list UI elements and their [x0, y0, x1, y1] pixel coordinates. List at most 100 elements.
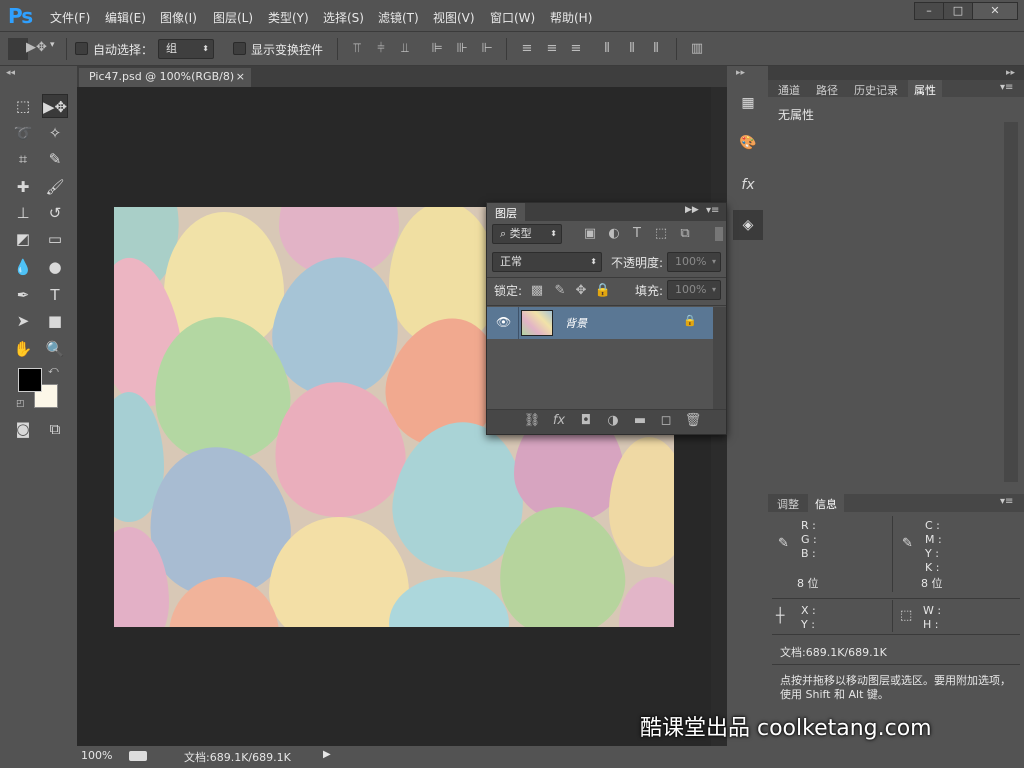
lasso-tool-icon[interactable]: ➰: [10, 121, 36, 145]
collapse-toolbox-icon[interactable]: ◂◂: [6, 68, 15, 78]
layer-name[interactable]: 背景: [565, 315, 587, 331]
styles-panel-icon[interactable]: fx: [733, 170, 763, 200]
new-layer-icon[interactable]: ◻: [657, 412, 675, 430]
collapse-panel-icon[interactable]: ▸▸: [1006, 68, 1015, 78]
menu-file[interactable]: 文件(F): [50, 9, 90, 26]
add-mask-icon[interactable]: ◘: [577, 412, 595, 430]
new-group-icon[interactable]: ▬: [631, 412, 649, 430]
lock-transparent-icon[interactable]: ▩: [528, 282, 546, 300]
menu-view[interactable]: 视图(V): [433, 9, 475, 26]
status-icon[interactable]: [129, 751, 147, 761]
auto-align-icon[interactable]: ▥: [688, 40, 706, 58]
layer-row-background[interactable]: 👁 背景 🔒: [487, 307, 713, 339]
crop-tool-icon[interactable]: ⌗: [10, 147, 36, 171]
opacity-input[interactable]: 100% ▾: [667, 252, 721, 272]
move-tool-icon[interactable]: ▶✥: [42, 94, 68, 118]
link-layers-icon[interactable]: ⛓: [523, 412, 541, 430]
adjustment-layer-icon[interactable]: ◑: [604, 412, 622, 430]
filter-smart-object-icon[interactable]: ⧉: [676, 225, 694, 243]
brush-tool-icon[interactable]: 🖌: [42, 175, 68, 199]
layers-scrollbar[interactable]: [713, 307, 726, 409]
menu-select[interactable]: 选择(S): [323, 9, 364, 26]
menu-help[interactable]: 帮助(H): [550, 9, 592, 26]
type-tool-icon[interactable]: T: [42, 283, 68, 307]
tab-channels[interactable]: 通道: [772, 80, 806, 97]
restore-button[interactable]: □: [943, 2, 973, 20]
info-menu-icon[interactable]: ▾≡: [1000, 496, 1013, 507]
chevron-down-icon[interactable]: ▾: [50, 40, 55, 50]
menu-edit[interactable]: 编辑(E): [105, 9, 146, 26]
foreground-color-swatch[interactable]: [18, 368, 42, 392]
close-tab-icon[interactable]: ×: [236, 70, 245, 83]
hand-tool-icon[interactable]: ✋: [10, 337, 36, 361]
show-transform-checkbox[interactable]: [233, 42, 246, 55]
align-hcenter-icon[interactable]: ⊪: [453, 40, 471, 58]
distribute-top-icon[interactable]: ≡: [518, 40, 536, 58]
panel-menu-icon[interactable]: ▾≡: [1000, 82, 1013, 93]
align-bottom-icon[interactable]: ⫫: [396, 40, 414, 58]
layers-tab[interactable]: 图层: [487, 203, 525, 221]
eraser-tool-icon[interactable]: ◩: [10, 227, 36, 251]
expand-panel-icon[interactable]: ▶▶: [685, 205, 699, 215]
tab-paths[interactable]: 路径: [810, 80, 844, 97]
color-panel-icon[interactable]: 🎨: [733, 128, 763, 158]
screen-mode-icon[interactable]: ⧉: [42, 417, 68, 441]
auto-select-checkbox[interactable]: [75, 42, 88, 55]
layers-panel-icon[interactable]: ◈: [733, 210, 763, 240]
align-top-icon[interactable]: ⫪: [348, 40, 366, 58]
rectangle-tool-icon[interactable]: ■: [42, 309, 68, 333]
visibility-eye-icon[interactable]: 👁: [496, 315, 511, 329]
path-selection-tool-icon[interactable]: ➤: [10, 309, 36, 333]
lock-position-icon[interactable]: ✥: [572, 282, 590, 300]
menu-type[interactable]: 类型(Y): [268, 9, 309, 26]
distribute-right-icon[interactable]: ⦀: [647, 40, 665, 58]
magic-wand-tool-icon[interactable]: ✧: [42, 121, 68, 145]
distribute-left-icon[interactable]: ⦀: [598, 40, 616, 58]
fill-input[interactable]: 100% ▾: [667, 280, 721, 300]
tab-history[interactable]: 历史记录: [848, 80, 904, 97]
layers-menu-icon[interactable]: ▾≡: [706, 205, 719, 216]
pen-tool-icon[interactable]: ✒: [10, 283, 36, 307]
eyedropper-tool-icon[interactable]: ✎: [42, 147, 68, 171]
distribute-hcenter-icon[interactable]: ⦀: [623, 40, 641, 58]
history-brush-tool-icon[interactable]: ↺: [42, 201, 68, 225]
navigator-panel-icon[interactable]: ▦: [733, 88, 763, 118]
layer-filter-dropdown[interactable]: ⌕ 类型 ⬍: [492, 224, 562, 244]
menu-window[interactable]: 窗口(W): [490, 9, 535, 26]
document-tab[interactable]: Pic47.psd @ 100%(RGB/8) ×: [79, 68, 251, 87]
quick-mask-icon[interactable]: ◙: [10, 417, 36, 441]
properties-scrollbar[interactable]: [1004, 122, 1018, 482]
gradient-tool-icon[interactable]: ▭: [42, 227, 68, 251]
delete-layer-icon[interactable]: 🗑: [684, 412, 702, 430]
filter-toggle[interactable]: [715, 227, 723, 241]
align-vcenter-icon[interactable]: ⫩: [372, 40, 390, 58]
filter-shape-icon[interactable]: ⬚: [652, 225, 670, 243]
menu-filter[interactable]: 滤镜(T): [378, 9, 419, 26]
filter-adjustment-icon[interactable]: ◐: [605, 225, 623, 243]
zoom-tool-icon[interactable]: 🔍: [42, 337, 68, 361]
default-colors-icon[interactable]: ◰: [16, 399, 25, 409]
menu-image[interactable]: 图像(I): [160, 9, 197, 26]
healing-brush-tool-icon[interactable]: ✚: [10, 175, 36, 199]
align-right-icon[interactable]: ⊩: [478, 40, 496, 58]
collapse-dock-icon[interactable]: ▸▸: [736, 68, 745, 78]
tab-properties[interactable]: 属性: [908, 80, 942, 97]
align-left-icon[interactable]: ⊫: [428, 40, 446, 58]
status-menu-arrow-icon[interactable]: ▶: [323, 749, 331, 760]
tab-info[interactable]: 信息: [808, 494, 844, 512]
tab-adjustments[interactable]: 调整: [772, 496, 804, 512]
clone-stamp-tool-icon[interactable]: ⊥: [10, 201, 36, 225]
dodge-tool-icon[interactable]: ●: [42, 255, 68, 279]
swap-colors-icon[interactable]: ⤺: [48, 365, 59, 376]
layer-style-icon[interactable]: fx: [550, 412, 568, 430]
filter-type-icon[interactable]: T: [628, 225, 646, 243]
minimize-button[interactable]: –: [914, 2, 944, 20]
distribute-vcenter-icon[interactable]: ≡: [543, 40, 561, 58]
lock-all-icon[interactable]: 🔒: [594, 282, 612, 300]
blend-mode-dropdown[interactable]: 正常 ⬍: [492, 252, 602, 272]
move-tool-preset-icon[interactable]: ▶✥: [26, 39, 47, 57]
filter-pixel-icon[interactable]: ▣: [581, 225, 599, 243]
auto-select-dropdown[interactable]: 组 ⬍: [158, 39, 214, 59]
lock-pixels-icon[interactable]: ✎: [551, 282, 569, 300]
zoom-level[interactable]: 100%: [81, 749, 112, 762]
